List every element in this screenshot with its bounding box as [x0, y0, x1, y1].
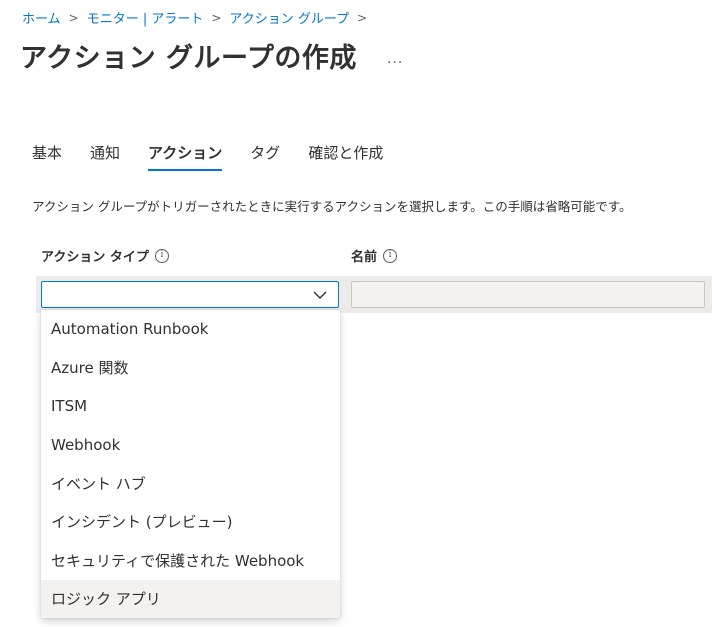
tab-actions[interactable]: アクション: [148, 142, 223, 171]
action-type-column-header: アクション タイプ i: [41, 246, 169, 265]
breadcrumb-monitor-alerts[interactable]: モニター | アラート: [87, 8, 204, 27]
option-itsm[interactable]: ITSM: [41, 387, 340, 426]
name-header-label: 名前: [351, 250, 378, 265]
name-column-header: 名前 i: [351, 246, 398, 265]
info-icon[interactable]: i: [154, 248, 169, 263]
option-incident-preview[interactable]: インシデント (プレビュー): [41, 503, 340, 542]
breadcrumb-separator-icon: >: [68, 10, 79, 25]
action-name-input[interactable]: [351, 281, 705, 308]
option-secure-webhook[interactable]: セキュリティで保護された Webhook: [41, 541, 340, 580]
action-type-dropdown-menu: Automation Runbook Azure 関数 ITSM Webhook…: [41, 310, 340, 618]
breadcrumb-home[interactable]: ホーム: [22, 8, 61, 27]
actions-description: アクション グループがトリガーされたときに実行するアクションを選択します。この手…: [32, 199, 632, 214]
tab-basics[interactable]: 基本: [32, 142, 62, 171]
info-icon[interactable]: i: [383, 248, 398, 263]
breadcrumb-separator-icon: >: [357, 10, 368, 25]
tab-tags[interactable]: タグ: [250, 142, 280, 171]
option-logic-app[interactable]: ロジック アプリ: [41, 579, 340, 618]
action-group-create-page: ホーム > モニター | アラート > アクション グループ > アクション グ…: [0, 0, 712, 627]
action-type-header-label: アクション タイプ: [41, 250, 149, 265]
tab-notifications[interactable]: 通知: [90, 142, 120, 171]
option-webhook[interactable]: Webhook: [41, 426, 340, 465]
option-azure-function[interactable]: Azure 関数: [41, 349, 340, 388]
option-automation-runbook[interactable]: Automation Runbook: [41, 310, 340, 349]
title-row: アクション グループの作成 ...: [20, 36, 403, 75]
page-title: アクション グループの作成: [20, 43, 357, 74]
tab-review-create[interactable]: 確認と作成: [308, 142, 383, 171]
tab-bar: 基本 通知 アクション タグ 確認と作成: [32, 142, 411, 171]
breadcrumb-action-groups[interactable]: アクション グループ: [229, 8, 349, 27]
breadcrumb: ホーム > モニター | アラート > アクション グループ >: [22, 8, 375, 28]
option-event-hub[interactable]: イベント ハブ: [41, 464, 340, 503]
breadcrumb-separator-icon: >: [211, 10, 222, 25]
action-type-dropdown[interactable]: [41, 281, 339, 308]
chevron-down-icon: [313, 291, 327, 299]
more-options-button[interactable]: ...: [387, 51, 403, 67]
